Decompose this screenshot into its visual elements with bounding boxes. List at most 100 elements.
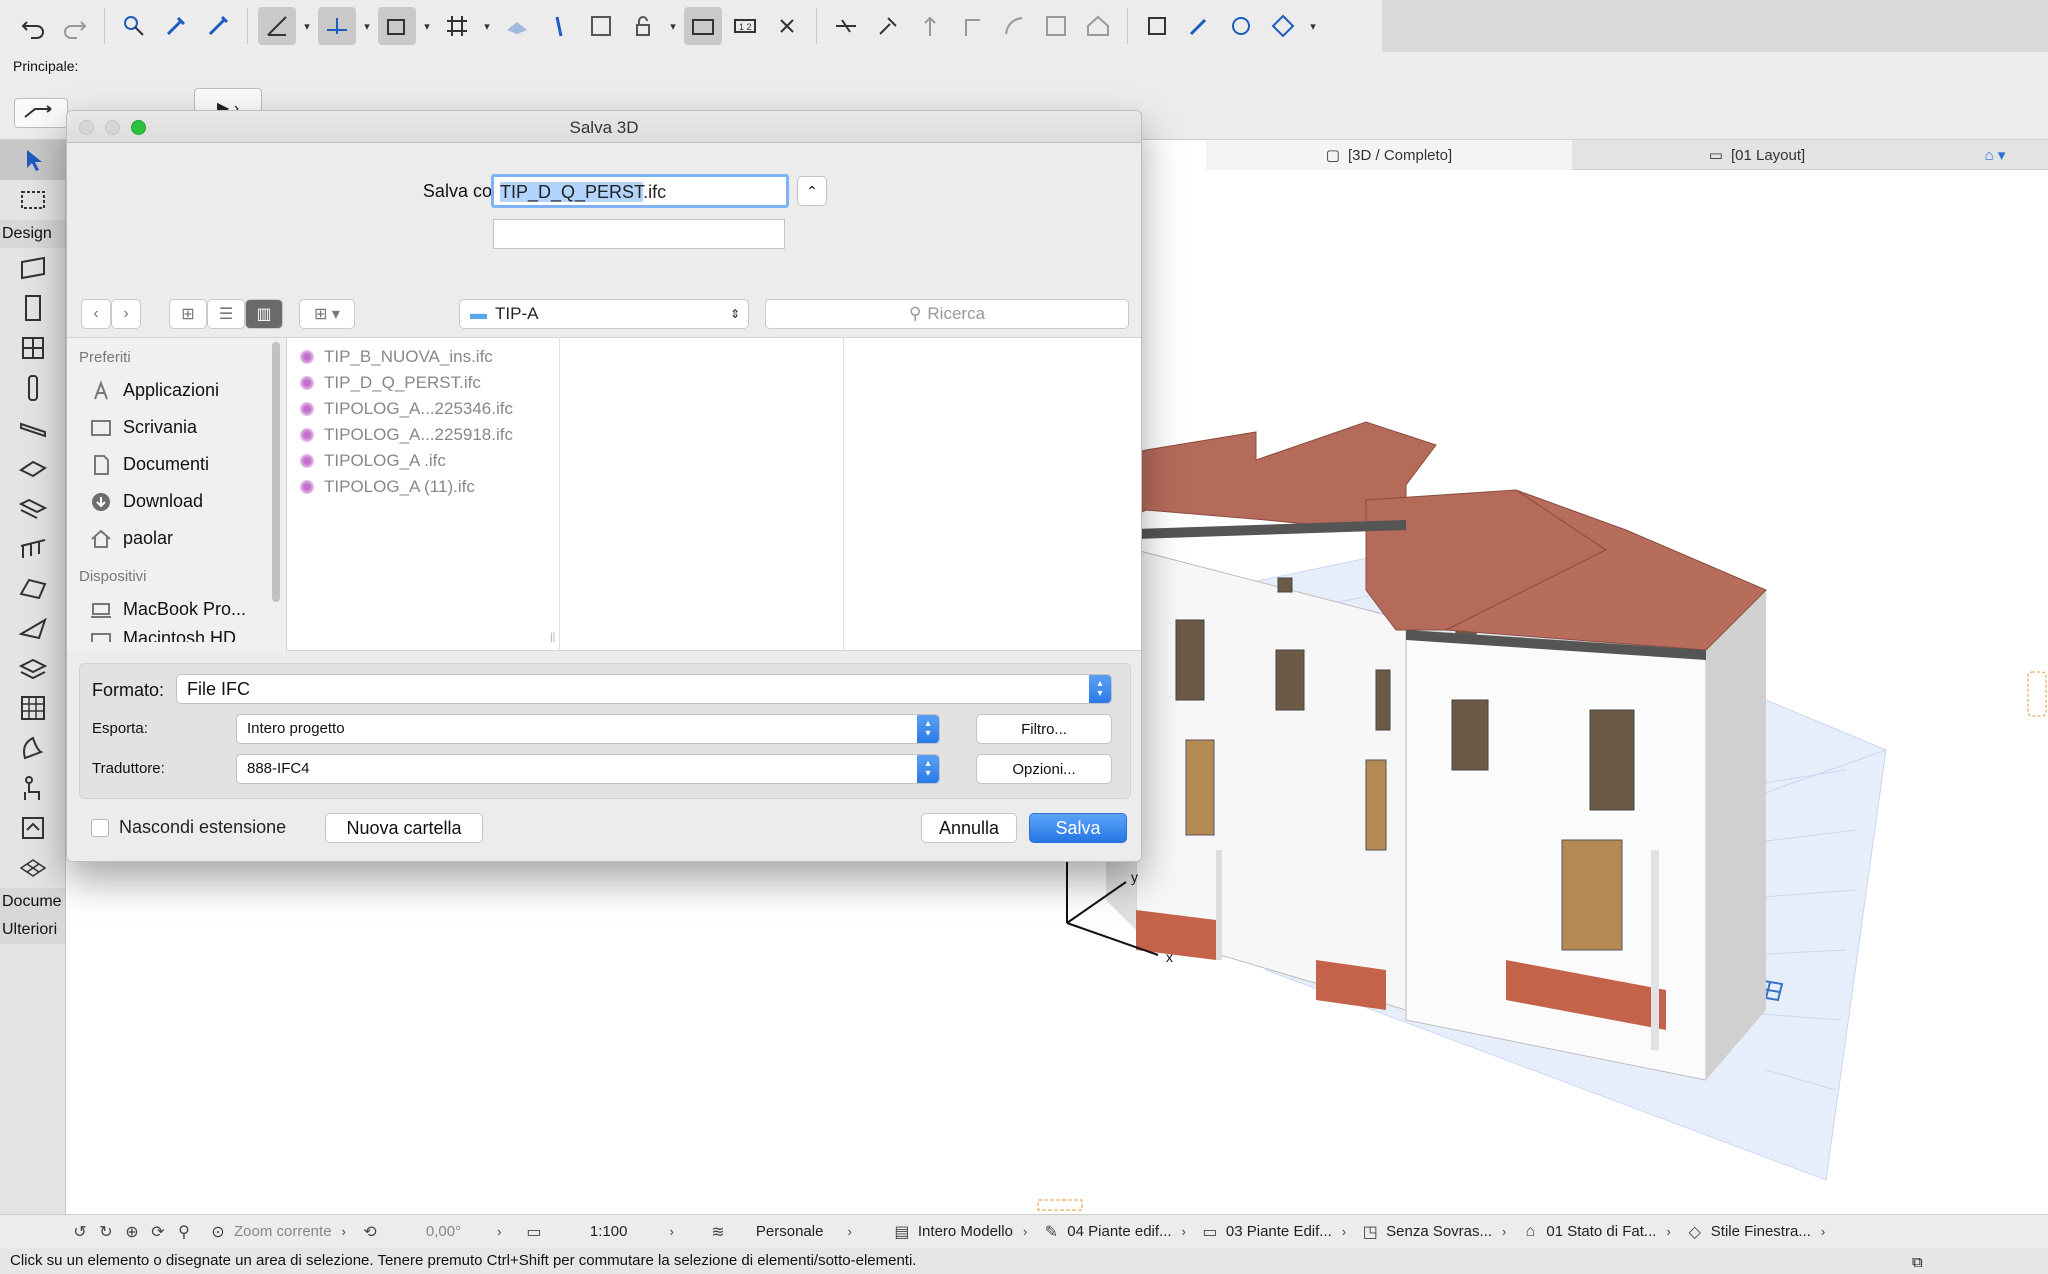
toolbox-section-document[interactable]: Docume <box>0 888 65 916</box>
tab-01-layout[interactable]: ▭ [01 Layout] <box>1572 140 1942 170</box>
marquee-tool[interactable] <box>0 180 66 220</box>
chevron-down-icon[interactable]: ▾ <box>666 7 680 45</box>
icon-view-button[interactable]: ⊞ <box>169 299 207 329</box>
column-view-button[interactable]: ▥ <box>245 299 283 329</box>
brush-icon[interactable] <box>1180 7 1218 45</box>
file-item[interactable]: TIPOLOG_A...225918.ifc <box>288 422 559 448</box>
filter-button[interactable]: Filtro... <box>976 714 1112 744</box>
split-icon[interactable] <box>827 7 865 45</box>
new-folder-button[interactable]: Nuova cartella <box>325 813 483 843</box>
morph-tool[interactable] <box>0 728 66 768</box>
zoom-popup[interactable]: ⊙ Zoom corrente › <box>208 1222 346 1242</box>
tab-3d-completo[interactable]: ▢ [3D / Completo] <box>1206 140 1572 170</box>
find-select-icon[interactable] <box>115 7 153 45</box>
syringe-icon[interactable] <box>199 7 237 45</box>
chevron-down-icon[interactable]: ▾ <box>420 7 434 45</box>
file-item[interactable]: TIPOLOG_A...225346.ifc <box>288 396 559 422</box>
lock-icon[interactable] <box>624 7 662 45</box>
adjust-icon[interactable] <box>869 7 907 45</box>
sidebar-scrollbar[interactable] <box>272 342 280 602</box>
railing-tool[interactable] <box>0 528 66 568</box>
select-frame-icon[interactable] <box>1138 7 1176 45</box>
suspend-groups-icon[interactable] <box>582 7 620 45</box>
snap-guides-icon[interactable] <box>258 7 296 45</box>
list-view-button[interactable]: ☰ <box>207 299 245 329</box>
zoom-in-icon[interactable]: ⊕ <box>122 1222 142 1242</box>
column-tool[interactable] <box>0 368 66 408</box>
object-tool[interactable] <box>0 768 66 808</box>
orbit-icon[interactable]: ⟳ <box>148 1222 168 1242</box>
sidebar-item-applicazioni[interactable]: Applicazioni <box>67 372 286 409</box>
stair-tool[interactable] <box>0 488 66 528</box>
dimension-icon[interactable]: 1 2 <box>726 7 764 45</box>
sidebar-item-paolar[interactable]: paolar <box>67 520 286 557</box>
resize-icon[interactable] <box>1037 7 1075 45</box>
chevron-down-icon[interactable]: ▾ <box>480 7 494 45</box>
export-select[interactable]: Intero progetto ▴ ▾ <box>236 714 940 744</box>
sidebar-item-scrivania[interactable]: Scrivania <box>67 409 286 446</box>
redo-icon[interactable] <box>56 7 94 45</box>
sidebar-item-macintosh-hd[interactable]: Macintosh HD <box>67 628 286 642</box>
curtain-wall-tool[interactable] <box>0 688 66 728</box>
slab-tool[interactable] <box>0 448 66 488</box>
beam-tool[interactable] <box>0 408 66 448</box>
file-item[interactable]: TIP_D_Q_PERST.ifc <box>288 370 559 396</box>
door-tool[interactable] <box>0 288 66 328</box>
search-field[interactable]: ⚲ Ricerca <box>765 299 1129 329</box>
angle-field[interactable]: ⟲ 0,00° › <box>360 1222 510 1242</box>
filename-input[interactable]: TIP_D_Q_PERST.ifc <box>491 174 789 208</box>
undo-zoom-icon[interactable]: ↺ <box>70 1222 90 1242</box>
format-select[interactable]: File IFC ▴ ▾ <box>176 674 1112 704</box>
redo-zoom-icon[interactable]: ↻ <box>96 1222 116 1242</box>
renovation-popup[interactable]: ⌂ 01 Stato di Fat... › <box>1520 1222 1671 1242</box>
mirror-icon[interactable] <box>540 7 578 45</box>
collapse-dialog-button[interactable]: ⌃ <box>797 176 827 206</box>
layer-combo-popup[interactable]: ≋ Personale › <box>708 1222 878 1242</box>
override-popup[interactable]: ◳ Senza Sovras... › <box>1360 1222 1507 1242</box>
roof-icon[interactable] <box>1079 7 1117 45</box>
window-tool[interactable] <box>0 328 66 368</box>
morph-icon[interactable] <box>1222 7 1260 45</box>
options-button[interactable]: Opzioni... <box>976 754 1112 784</box>
sidebar-item-macbook[interactable]: MacBook Pro... <box>67 591 286 628</box>
scale-popup[interactable]: ▭ 1:100 › <box>524 1222 694 1242</box>
save-button[interactable]: Salva <box>1029 813 1127 843</box>
grid-icon[interactable] <box>438 7 476 45</box>
file-item[interactable]: TIPOLOG_A (11).ifc <box>288 474 559 500</box>
point-icon[interactable] <box>768 7 806 45</box>
toolbox-section-more[interactable]: Ulteriori <box>0 916 65 944</box>
arrow-tool[interactable] <box>0 140 66 180</box>
trace-icon[interactable] <box>378 7 416 45</box>
mvo-popup[interactable]: ▭ 03 Piante Edif... › <box>1200 1222 1346 1242</box>
roof-tool[interactable] <box>0 568 66 608</box>
chevron-down-icon[interactable]: ▾ <box>300 7 314 45</box>
side-panel-handle[interactable] <box>2027 671 2047 717</box>
mesh-tool[interactable] <box>0 848 66 888</box>
tag-input[interactable] <box>493 219 785 249</box>
shell-tool[interactable] <box>0 608 66 648</box>
undo-icon[interactable] <box>14 7 52 45</box>
wall-tool[interactable] <box>0 248 66 288</box>
layout-icon[interactable] <box>684 7 722 45</box>
geometry-method-button[interactable] <box>14 98 68 128</box>
file-item[interactable]: TIP_B_NUOVA_ins.ifc <box>288 344 559 370</box>
location-popup[interactable]: ▬ TIP-A ⇕ <box>459 299 749 329</box>
sidebar-item-download[interactable]: Download <box>67 483 286 520</box>
dimension-style-popup[interactable]: ◇ Stile Finestra... › <box>1685 1222 1826 1242</box>
transform-icon[interactable] <box>1264 7 1302 45</box>
sidebar-item-documenti[interactable]: Documenti <box>67 446 286 483</box>
chevron-down-icon[interactable]: ▾ <box>360 7 374 45</box>
curve-icon[interactable] <box>995 7 1033 45</box>
skylight-tool[interactable] <box>0 648 66 688</box>
guide-lines-icon[interactable] <box>318 7 356 45</box>
translator-select[interactable]: 888-IFC4 ▴ ▾ <box>236 754 940 784</box>
bottom-panel-handle[interactable] <box>1037 1199 1083 1211</box>
walk-icon[interactable]: ⚲ <box>174 1222 194 1242</box>
toolbox-section-design[interactable]: Design <box>0 220 65 248</box>
pen-set-popup[interactable]: ✎ 04 Piante edif... › <box>1041 1222 1186 1242</box>
elevate-icon[interactable] <box>911 7 949 45</box>
hide-extension-checkbox[interactable] <box>91 819 109 837</box>
back-button[interactable]: ‹ <box>81 299 111 329</box>
navigator-popup-button[interactable]: ⌂ ▾ <box>1942 140 2048 170</box>
zone-tool[interactable] <box>0 808 66 848</box>
